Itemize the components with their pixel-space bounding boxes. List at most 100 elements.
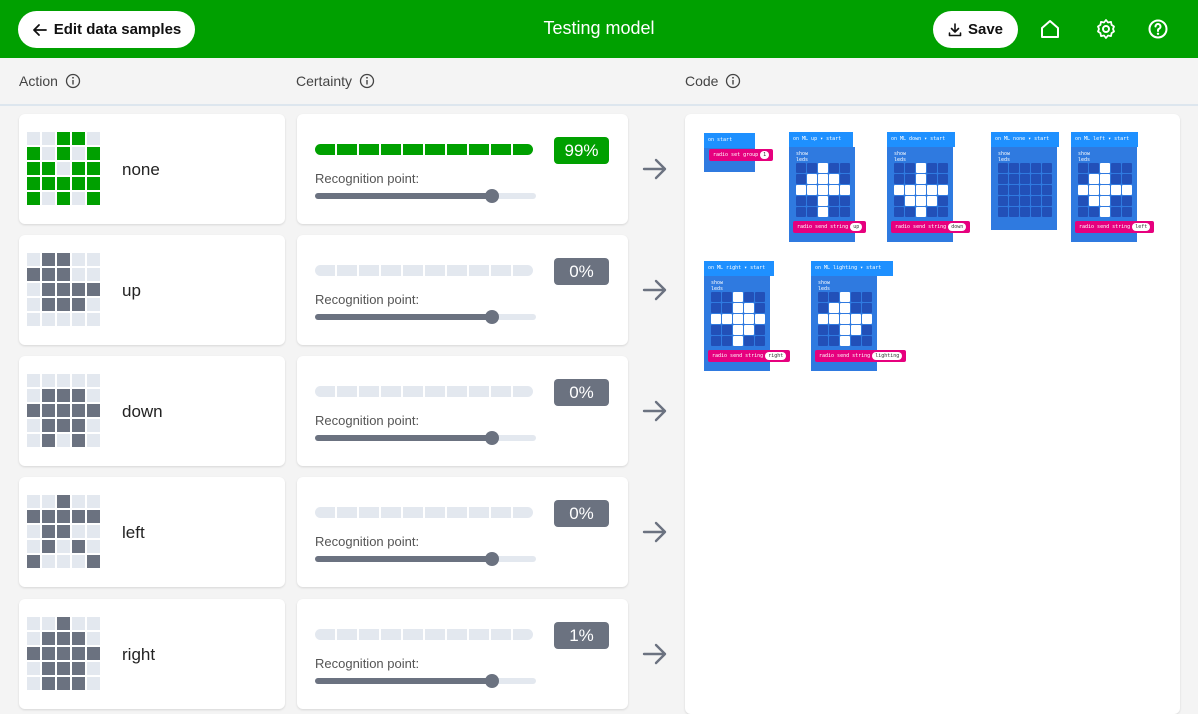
led-cell[interactable] <box>755 303 765 313</box>
led-cell[interactable] <box>840 196 850 206</box>
led-cell[interactable] <box>1089 174 1099 184</box>
show-leds-grid[interactable] <box>894 163 948 217</box>
led-cell[interactable] <box>807 185 817 195</box>
led-cell[interactable] <box>744 314 754 324</box>
radio-send-string-block[interactable]: radio send string up <box>793 221 867 233</box>
led-cell[interactable] <box>905 185 915 195</box>
led-cell[interactable] <box>1078 163 1088 173</box>
led-cell[interactable] <box>1009 163 1019 173</box>
led-cell[interactable] <box>829 207 839 217</box>
led-cell[interactable] <box>998 163 1008 173</box>
radio-send-string-block[interactable]: radio send string right <box>708 350 791 362</box>
led-cell[interactable] <box>894 163 904 173</box>
led-cell[interactable] <box>722 303 732 313</box>
led-cell[interactable] <box>1100 174 1110 184</box>
led-cell[interactable] <box>938 174 948 184</box>
led-cell[interactable] <box>998 196 1008 206</box>
led-cell[interactable] <box>862 314 872 324</box>
led-cell[interactable] <box>829 196 839 206</box>
radio-send-string-block[interactable]: radio send string down <box>891 221 971 233</box>
led-cell[interactable] <box>1122 185 1132 195</box>
led-cell[interactable] <box>818 325 828 335</box>
led-cell[interactable] <box>829 336 839 346</box>
led-cell[interactable] <box>722 336 732 346</box>
slider-thumb[interactable] <box>484 431 499 445</box>
led-cell[interactable] <box>998 185 1008 195</box>
led-cell[interactable] <box>1111 185 1121 195</box>
led-cell[interactable] <box>1020 174 1030 184</box>
led-cell[interactable] <box>840 314 850 324</box>
led-cell[interactable] <box>840 336 850 346</box>
code-panel[interactable]: on start radio set group 1 on ML up ▾ sta… <box>685 114 1180 714</box>
led-cell[interactable] <box>1020 196 1030 206</box>
led-cell[interactable] <box>711 314 721 324</box>
led-cell[interactable] <box>894 207 904 217</box>
led-cell[interactable] <box>1042 163 1052 173</box>
led-cell[interactable] <box>818 336 828 346</box>
led-cell[interactable] <box>829 292 839 302</box>
led-cell[interactable] <box>755 336 765 346</box>
led-cell[interactable] <box>755 325 765 335</box>
led-cell[interactable] <box>733 292 743 302</box>
led-cell[interactable] <box>1111 163 1121 173</box>
led-cell[interactable] <box>1111 196 1121 206</box>
save-button[interactable]: Save <box>933 11 1018 48</box>
led-cell[interactable] <box>1122 207 1132 217</box>
led-cell[interactable] <box>916 185 926 195</box>
led-cell[interactable] <box>807 196 817 206</box>
led-cell[interactable] <box>722 314 732 324</box>
led-cell[interactable] <box>1009 174 1019 184</box>
led-cell[interactable] <box>840 292 850 302</box>
led-cell[interactable] <box>733 314 743 324</box>
led-cell[interactable] <box>1122 174 1132 184</box>
led-cell[interactable] <box>1078 185 1088 195</box>
led-cell[interactable] <box>1089 185 1099 195</box>
led-cell[interactable] <box>829 303 839 313</box>
led-cell[interactable] <box>938 185 948 195</box>
info-icon[interactable] <box>359 73 375 89</box>
action-card-left[interactable]: left <box>19 477 285 587</box>
led-cell[interactable] <box>905 207 915 217</box>
info-icon[interactable] <box>725 73 741 89</box>
led-cell[interactable] <box>1100 185 1110 195</box>
led-cell[interactable] <box>938 207 948 217</box>
led-cell[interactable] <box>916 163 926 173</box>
led-cell[interactable] <box>927 174 937 184</box>
led-cell[interactable] <box>829 325 839 335</box>
led-cell[interactable] <box>1089 207 1099 217</box>
led-cell[interactable] <box>851 336 861 346</box>
led-cell[interactable] <box>744 292 754 302</box>
led-cell[interactable] <box>796 174 806 184</box>
led-cell[interactable] <box>916 207 926 217</box>
radio-set-group-block[interactable]: radio set group 1 <box>709 149 774 161</box>
led-cell[interactable] <box>851 292 861 302</box>
recognition-point-slider[interactable] <box>315 674 536 688</box>
help-icon[interactable] <box>1146 17 1170 41</box>
led-cell[interactable] <box>862 336 872 346</box>
led-cell[interactable] <box>916 174 926 184</box>
led-cell[interactable] <box>1031 207 1041 217</box>
show-leds-grid[interactable] <box>818 292 872 346</box>
led-cell[interactable] <box>796 185 806 195</box>
led-cell[interactable] <box>840 185 850 195</box>
led-cell[interactable] <box>840 163 850 173</box>
led-cell[interactable] <box>927 207 937 217</box>
led-cell[interactable] <box>1020 185 1030 195</box>
led-cell[interactable] <box>1042 174 1052 184</box>
led-cell[interactable] <box>938 163 948 173</box>
led-cell[interactable] <box>744 325 754 335</box>
led-cell[interactable] <box>1031 196 1041 206</box>
settings-icon[interactable] <box>1094 17 1118 41</box>
radio-send-string-block[interactable]: radio send string left <box>1075 221 1155 233</box>
led-cell[interactable] <box>1042 196 1052 206</box>
led-cell[interactable] <box>744 303 754 313</box>
led-cell[interactable] <box>1078 174 1088 184</box>
led-cell[interactable] <box>905 174 915 184</box>
led-cell[interactable] <box>1111 207 1121 217</box>
led-cell[interactable] <box>796 196 806 206</box>
led-cell[interactable] <box>1100 196 1110 206</box>
led-cell[interactable] <box>851 303 861 313</box>
led-cell[interactable] <box>829 174 839 184</box>
led-cell[interactable] <box>818 292 828 302</box>
led-cell[interactable] <box>927 196 937 206</box>
